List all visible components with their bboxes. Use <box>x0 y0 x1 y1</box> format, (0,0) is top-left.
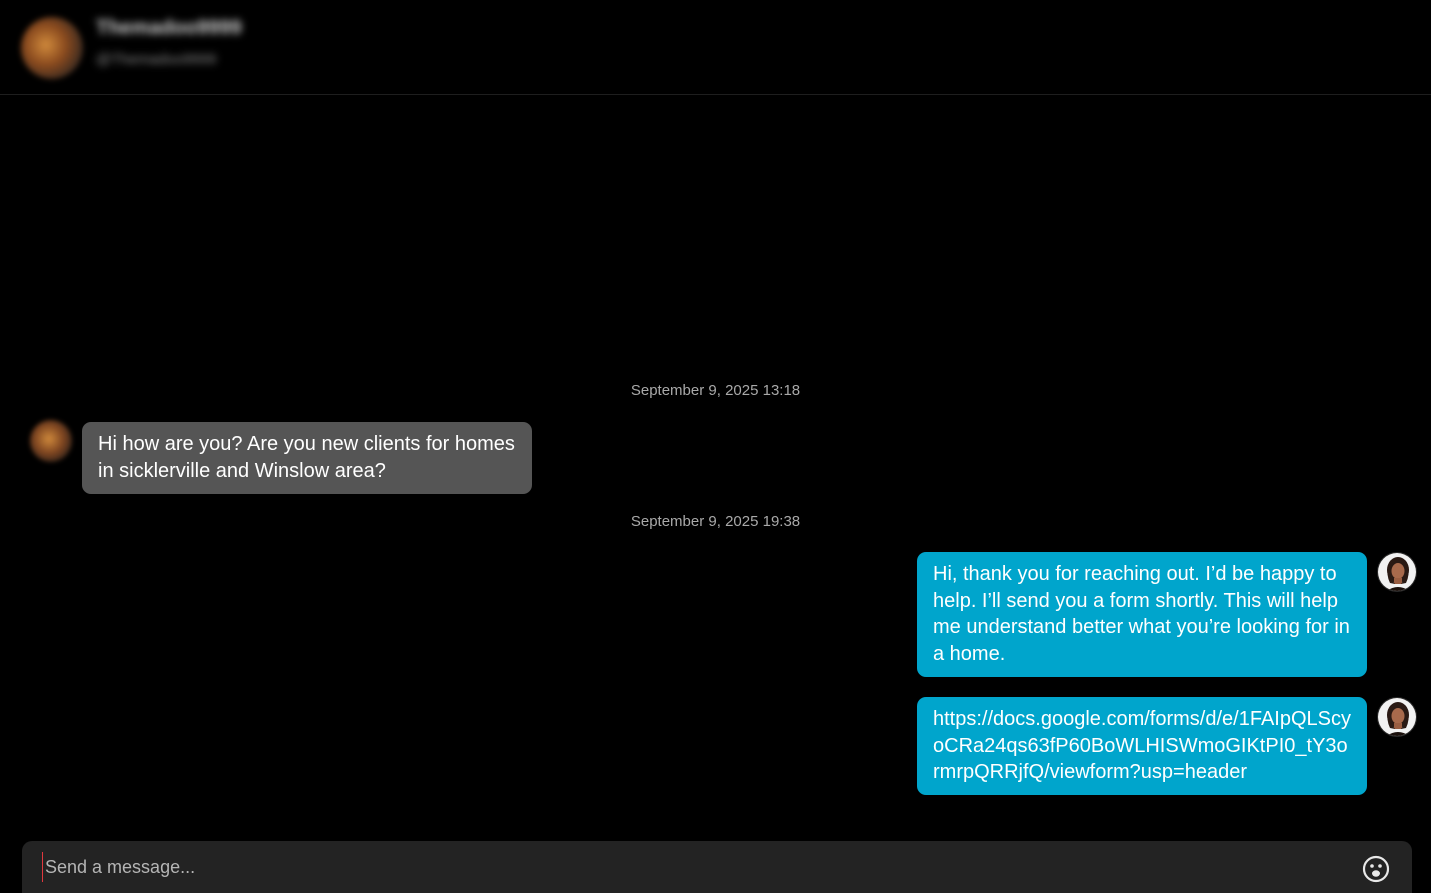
contact-name[interactable]: Themadoo9999 <box>96 17 242 40</box>
message-timestamp: September 9, 2025 19:38 <box>630 513 801 530</box>
contact-handle: @Themadoo9999 <box>96 51 217 68</box>
message-input[interactable] <box>42 852 1345 882</box>
outgoing-link-message[interactable]: https://docs.google.com/forms/d/e/1FAIpQ… <box>917 697 1367 795</box>
chat-window: Themadoo9999 @Themadoo9999 September 9, … <box>0 0 1431 893</box>
profile-photo-icon <box>1378 698 1416 736</box>
sender-avatar[interactable] <box>30 420 72 462</box>
message-composer <box>22 841 1412 893</box>
own-avatar <box>1377 697 1417 737</box>
outgoing-message: Hi, thank you for reaching out. I’d be h… <box>917 552 1367 677</box>
contact-avatar[interactable] <box>21 17 83 79</box>
own-avatar <box>1377 552 1417 592</box>
incoming-message: Hi how are you? Are you new clients for … <box>82 422 532 494</box>
message-timestamp: September 9, 2025 13:18 <box>630 382 801 399</box>
conversation-header: Themadoo9999 @Themadoo9999 <box>0 0 1431 95</box>
smiley-face-icon[interactable] <box>1362 855 1390 883</box>
profile-photo-icon <box>1378 553 1416 591</box>
